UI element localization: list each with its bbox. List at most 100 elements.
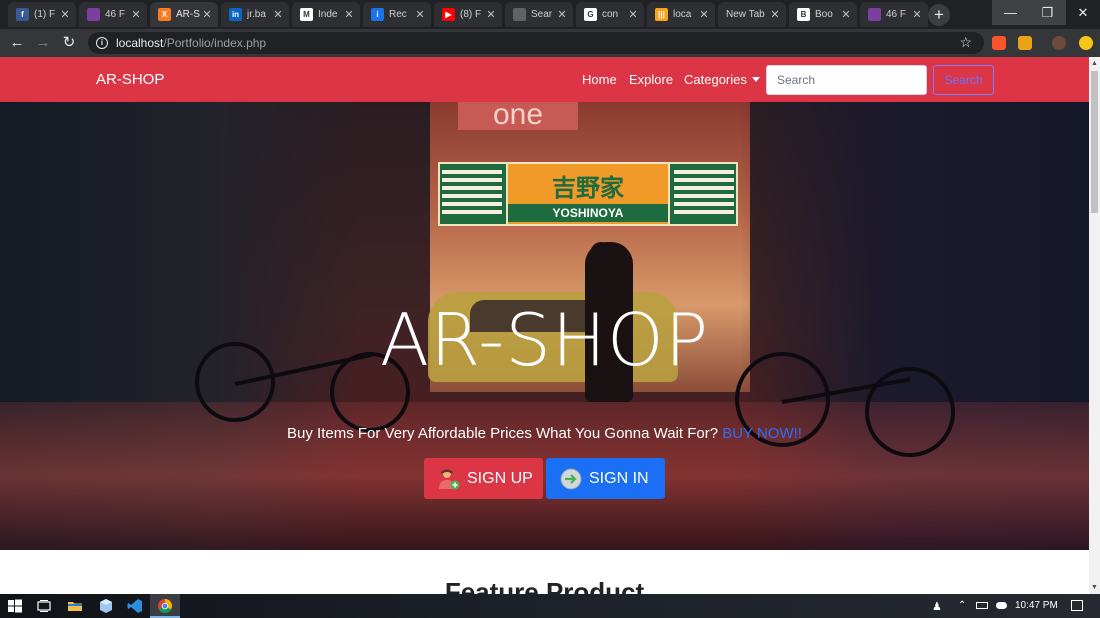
caret-down-icon [751,77,760,82]
site-info-icon[interactable]: i [96,37,108,49]
scroll-up-icon[interactable]: ▲ [1091,60,1098,67]
battery-icon[interactable] [976,602,988,609]
tab-title: jr.ba [247,9,266,20]
page-scrollbar[interactable]: ▲ ▼ [1089,57,1100,594]
google-icon: G [584,8,597,21]
browser-tab[interactable]: in jr.ba ✕ [221,2,289,27]
browser-tab[interactable]: f (1) F ✕ [8,2,76,27]
sign-japanese-text: 吉野家 [552,175,624,202]
browser-tab[interactable]: Gcon ✕ [576,2,644,27]
nav-dropdown-categories[interactable]: Categories [684,72,760,87]
tab-close-icon[interactable]: ✕ [413,8,427,21]
tab-title: 46 F [886,9,907,20]
tab-title: Boo [815,9,833,20]
sign-up-button[interactable]: SIGN UP [424,458,543,499]
close-window-button[interactable]: ✕ [1066,0,1100,25]
globe-icon [513,8,526,21]
tab-close-icon[interactable]: ✕ [129,8,143,21]
reload-icon[interactable]: ↻ [59,33,79,53]
chrome-icon[interactable] [157,598,173,614]
sign-stripes-left [442,170,502,218]
web-page: AR-SHOP Home Explore Categories Search o… [0,57,1089,594]
top-neon-sign: one [458,102,578,130]
new-tab-button[interactable]: + [928,4,950,26]
browser-tab[interactable]: ||| loca ✕ [647,2,715,27]
menu-icon[interactable] [1079,36,1093,50]
minimize-button[interactable]: — [992,0,1029,25]
notification-icon[interactable] [1071,600,1083,611]
search-button[interactable]: Search [933,65,994,95]
clock-time[interactable]: 10:47 PM [1015,600,1058,611]
profile-avatar-icon[interactable] [1052,36,1066,50]
onedrive-icon[interactable] [996,602,1007,609]
tab-close-icon[interactable]: ✕ [910,8,924,21]
address-bar[interactable]: i localhost/Portfolio/index.php ☆ [88,32,984,54]
sign-english-text: YOSHINOYA [508,204,668,222]
tab-title: con [602,9,619,20]
file-explorer-icon[interactable] [67,598,83,614]
tab-close-icon[interactable]: ✕ [768,8,782,21]
task-view-icon[interactable] [36,598,52,614]
brave-shield-icon[interactable] [992,36,1006,50]
yoshinoya-sign: 吉野家 YOSHINOYA [438,162,738,226]
browser-tab[interactable]: i Rec ✕ [363,2,431,27]
browser-tab[interactable]: ▶ (8) F ✕ [434,2,502,27]
windows-start-icon[interactable] [7,598,23,614]
purple-site-icon [868,8,881,21]
buy-now-link[interactable]: BUY NOW!! [722,425,802,442]
tab-title: New Tab [726,9,765,20]
browser-tab[interactable]: X AR-S ✕ [150,2,218,27]
tab-close-icon[interactable]: ✕ [271,8,285,21]
sign-center: 吉野家 YOSHINOYA [506,164,670,224]
virtualbox-icon[interactable] [98,598,114,614]
tab-close-icon[interactable]: ✕ [484,8,498,21]
browser-tab[interactable]: M Inde ✕ [292,2,360,27]
tab-title: loca [673,9,692,20]
bookmark-star-icon[interactable]: ☆ [959,34,972,51]
browser-tab[interactable]: 46 F ✕ [860,2,928,27]
scrollbar-thumb[interactable] [1091,71,1098,213]
feature-product-heading: Feature Product [444,577,645,594]
tab-title: Sear [531,9,553,20]
tab-close-icon[interactable]: ✕ [626,8,640,21]
url-host: localhost [116,36,164,50]
tab-close-icon[interactable]: ✕ [839,8,853,21]
maximize-button[interactable]: ❐ [1029,0,1066,25]
tab-title: (8) F [460,9,482,20]
tab-close-icon[interactable]: ✕ [58,8,72,21]
tab-title: Inde [318,9,338,20]
browser-tab[interactable]: Sear ✕ [505,2,573,27]
xampp-icon: X [158,8,171,21]
vscode-icon[interactable] [127,598,143,614]
hero-banner: one 吉野家 YOSHINOYA AR-SHOP Buy Items For … [0,102,1089,550]
categories-label: Categories [684,72,747,87]
tab-close-icon[interactable]: ✕ [342,8,356,21]
tab-close-icon[interactable]: ✕ [200,8,214,21]
browser-tab[interactable]: 46 F ✕ [79,2,147,27]
tab-title: (1) F [34,9,56,20]
tab-title: Rec [389,9,407,20]
linkedin-icon: in [229,8,242,21]
tab-close-icon[interactable]: ✕ [555,8,569,21]
extension-icon[interactable] [1018,36,1032,50]
browser-tab[interactable]: B Boo ✕ [789,2,857,27]
forward-arrow-icon[interactable]: → [33,33,53,53]
url-path: /Portfolio/index.php [163,36,267,50]
scroll-down-icon[interactable]: ▼ [1091,584,1098,591]
tab-title: 46 F [105,9,126,20]
browser-tab[interactable]: New Tab ✕ [718,2,786,27]
sign-in-arrow-icon [560,468,582,489]
nav-link-home[interactable]: Home [582,72,617,87]
search-input[interactable] [766,65,927,95]
tray-chevron-up-icon[interactable]: ⌃ [958,600,966,611]
windows-taskbar: ♟ ⌃ 10:47 PM [0,594,1100,618]
tagline-text: Buy Items For Very Affordable Prices Wha… [287,425,719,442]
back-arrow-icon[interactable]: ← [7,33,27,53]
brand-logo[interactable]: AR-SHOP [96,71,164,88]
people-icon[interactable]: ♟ [932,600,942,613]
tab-close-icon[interactable]: ✕ [697,8,711,21]
sign-in-button[interactable]: SIGN IN [546,458,665,499]
xampp-chart-icon: ||| [655,8,668,21]
tab-title: AR-S [176,9,200,20]
nav-link-explore[interactable]: Explore [629,72,673,87]
